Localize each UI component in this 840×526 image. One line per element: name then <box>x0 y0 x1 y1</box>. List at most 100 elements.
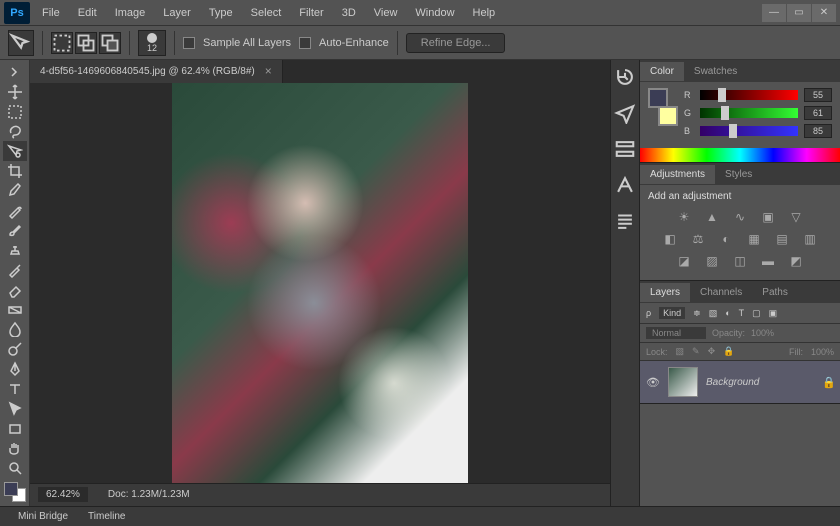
character-panel-icon[interactable] <box>614 174 636 196</box>
menu-image[interactable]: Image <box>107 3 154 23</box>
color-lookup-icon[interactable]: ▥ <box>801 230 819 248</box>
color-spectrum[interactable] <box>640 148 840 162</box>
move-tool[interactable] <box>3 82 27 102</box>
channel-mixer-icon[interactable]: ▤ <box>773 230 791 248</box>
history-brush-tool[interactable] <box>3 260 27 280</box>
healing-brush-tool[interactable] <box>3 201 27 221</box>
panel-background-color[interactable] <box>658 106 678 126</box>
menu-filter[interactable]: Filter <box>291 3 331 23</box>
layer-thumbnail[interactable] <box>668 367 698 397</box>
tab-paths[interactable]: Paths <box>752 283 798 302</box>
tab-swatches[interactable]: Swatches <box>684 62 747 81</box>
blue-slider[interactable] <box>700 126 798 136</box>
hue-saturation-icon[interactable]: ◧ <box>661 230 679 248</box>
brush-size-picker[interactable]: 12 <box>138 30 166 56</box>
lock-position-icon[interactable]: ✥ <box>708 346 716 357</box>
auto-enhance-checkbox[interactable] <box>299 37 311 49</box>
tab-color[interactable]: Color <box>640 62 684 81</box>
fill-value[interactable]: 100% <box>811 347 834 357</box>
rectangle-tool[interactable] <box>3 419 27 439</box>
canvas-viewport[interactable] <box>30 83 610 483</box>
lock-transparency-icon[interactable]: ▧ <box>676 346 685 357</box>
blue-value[interactable]: 85 <box>804 124 832 138</box>
brightness-contrast-icon[interactable]: ☀ <box>675 208 693 226</box>
selective-color-icon[interactable]: ◩ <box>787 252 805 270</box>
paragraph-panel-icon[interactable] <box>614 210 636 232</box>
clone-stamp-tool[interactable] <box>3 240 27 260</box>
history-panel-icon[interactable] <box>614 66 636 88</box>
menu-file[interactable]: File <box>34 3 68 23</box>
zoom-level-field[interactable]: 62.42% <box>38 487 88 502</box>
green-slider[interactable] <box>700 108 798 118</box>
eraser-tool[interactable] <box>3 280 27 300</box>
dodge-tool[interactable] <box>3 339 27 359</box>
selection-new-icon[interactable] <box>51 32 73 54</box>
posterize-icon[interactable]: ▨ <box>703 252 721 270</box>
tab-layers[interactable]: Layers <box>640 283 690 302</box>
menu-layer[interactable]: Layer <box>155 3 199 23</box>
foreground-color-swatch[interactable] <box>4 482 18 496</box>
green-value[interactable]: 61 <box>804 106 832 120</box>
gradient-tool[interactable] <box>3 300 27 320</box>
curves-icon[interactable]: ∿ <box>731 208 749 226</box>
window-maximize-button[interactable]: ▭ <box>787 4 811 22</box>
navigator-panel-icon[interactable] <box>614 102 636 124</box>
menu-help[interactable]: Help <box>465 3 504 23</box>
exposure-icon[interactable]: ▣ <box>759 208 777 226</box>
selection-subtract-icon[interactable] <box>99 32 121 54</box>
tab-adjustments[interactable]: Adjustments <box>640 165 715 184</box>
hand-tool[interactable] <box>3 438 27 458</box>
quick-selection-tool[interactable] <box>3 141 27 161</box>
zoom-tool[interactable] <box>3 458 27 478</box>
layer-name[interactable]: Background <box>706 377 814 388</box>
path-selection-tool[interactable] <box>3 399 27 419</box>
type-tool[interactable] <box>3 379 27 399</box>
panel-foreground-color[interactable] <box>648 88 668 108</box>
document-tab[interactable]: 4-d5f56-1469606840545.jpg @ 62.4% (RGB/8… <box>30 60 283 83</box>
layer-visibility-icon[interactable]: 👁 <box>646 376 660 389</box>
black-white-icon[interactable]: ◐ <box>717 230 735 248</box>
tab-channels[interactable]: Channels <box>690 283 752 302</box>
tool-preset-picker[interactable] <box>8 30 34 56</box>
color-swatches[interactable] <box>648 88 678 134</box>
gradient-map-icon[interactable]: ▬ <box>759 252 777 270</box>
properties-panel-icon[interactable] <box>614 138 636 160</box>
threshold-icon[interactable]: ◫ <box>731 252 749 270</box>
tab-timeline[interactable]: Timeline <box>78 509 135 524</box>
filter-smart-icon[interactable]: ▣ <box>769 308 778 319</box>
eyedropper-tool[interactable] <box>3 181 27 201</box>
menu-edit[interactable]: Edit <box>70 3 105 23</box>
refine-edge-button[interactable]: Refine Edge... <box>406 33 506 53</box>
photo-filter-icon[interactable]: ▦ <box>745 230 763 248</box>
filter-shape-icon[interactable]: ▢ <box>752 308 761 319</box>
blur-tool[interactable] <box>3 320 27 340</box>
red-slider[interactable] <box>700 90 798 100</box>
sample-all-layers-checkbox[interactable] <box>183 37 195 49</box>
selection-add-icon[interactable] <box>75 32 97 54</box>
foreground-background-colors[interactable] <box>4 482 26 502</box>
color-balance-icon[interactable]: ⚖ <box>689 230 707 248</box>
lock-pixels-icon[interactable]: ✎ <box>692 346 700 357</box>
menu-3d[interactable]: 3D <box>334 3 364 23</box>
window-close-button[interactable]: ✕ <box>812 4 836 22</box>
blend-mode-select[interactable]: Normal <box>646 327 706 339</box>
menu-select[interactable]: Select <box>243 3 290 23</box>
lock-all-icon[interactable]: 🔒 <box>723 346 734 357</box>
marquee-tool[interactable] <box>3 102 27 122</box>
tab-styles[interactable]: Styles <box>715 165 762 184</box>
tab-mini-bridge[interactable]: Mini Bridge <box>8 509 78 524</box>
levels-icon[interactable]: ▲ <box>703 208 721 226</box>
pen-tool[interactable] <box>3 359 27 379</box>
filter-adjustment-icon[interactable]: ◐ <box>725 308 730 318</box>
crop-tool[interactable] <box>3 161 27 181</box>
chevron-right-icon[interactable] <box>3 62 27 82</box>
canvas-image[interactable] <box>172 83 468 483</box>
layer-filter-select[interactable]: Kind <box>659 307 685 319</box>
menu-type[interactable]: Type <box>201 3 241 23</box>
filter-pixel-icon[interactable]: ▧ <box>709 308 718 319</box>
menu-window[interactable]: Window <box>407 3 462 23</box>
brush-tool[interactable] <box>3 221 27 241</box>
menu-view[interactable]: View <box>366 3 406 23</box>
lasso-tool[interactable] <box>3 121 27 141</box>
window-minimize-button[interactable]: — <box>762 4 786 22</box>
